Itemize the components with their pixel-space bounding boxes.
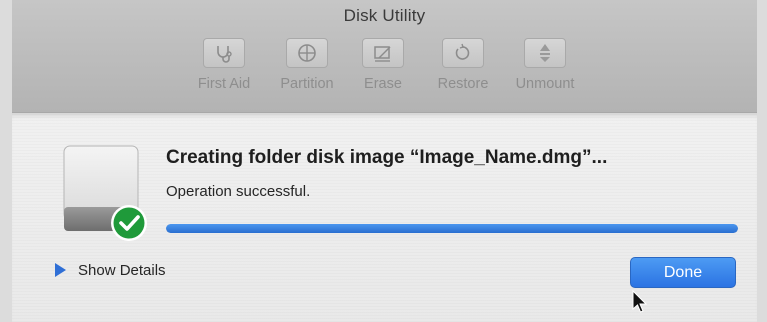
progress-bar-fill <box>166 224 738 233</box>
pie-partition-icon <box>298 44 316 62</box>
toolbar-label: Erase <box>364 76 402 92</box>
eject-icon <box>540 44 550 62</box>
mouse-pointer-icon <box>632 290 648 313</box>
toolbar-unmount[interactable]: Unmount <box>508 38 582 92</box>
disclosure-triangle-icon[interactable] <box>52 261 68 279</box>
show-details-label: Show Details <box>78 261 166 279</box>
first-aid-button[interactable] <box>203 38 245 68</box>
progress-bar <box>166 224 738 233</box>
restore-button[interactable] <box>442 38 484 68</box>
done-button[interactable]: Done <box>630 257 736 288</box>
operation-heading: Creating folder disk image “Image_Name.d… <box>166 147 608 168</box>
erase-icon <box>374 46 391 62</box>
toolbar-label: Partition <box>280 76 334 92</box>
disk-utility-window: Disk Utility First Aid Partition Erase R… <box>12 0 757 322</box>
toolbar-first-aid[interactable]: First Aid <box>187 38 261 92</box>
toolbar-label: Restore <box>437 76 489 92</box>
toolbar-partition[interactable]: Partition <box>270 38 344 92</box>
toolbar-erase[interactable]: Erase <box>346 38 420 92</box>
erase-button[interactable] <box>362 38 404 68</box>
hard-disk-with-checkmark-icon <box>63 145 147 241</box>
toolbar-label: Unmount <box>515 76 575 92</box>
window-title: Disk Utility <box>343 6 426 25</box>
partition-button[interactable] <box>286 38 328 68</box>
unmount-button[interactable] <box>524 38 566 68</box>
toolbar: Disk Utility First Aid Partition Erase R… <box>12 0 757 113</box>
operation-status: Operation successful. <box>166 183 311 200</box>
restore-icon <box>455 43 470 60</box>
show-details-toggle[interactable]: Show Details <box>52 261 166 279</box>
toolbar-label: First Aid <box>197 76 251 92</box>
stethoscope-icon <box>217 46 232 63</box>
toolbar-restore[interactable]: Restore <box>426 38 500 92</box>
